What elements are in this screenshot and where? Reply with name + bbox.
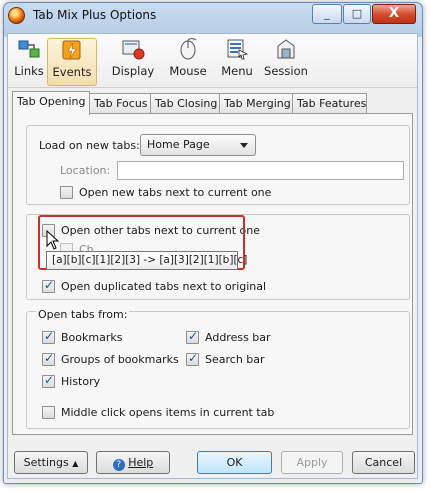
groups-of-bookmarks-checkbox[interactable] (42, 351, 55, 366)
help-label: Help (128, 456, 154, 469)
tab-tab-features[interactable]: Tab Features (292, 93, 367, 114)
session-icon (277, 39, 295, 59)
settings-button[interactable]: Settings ▲ (14, 451, 88, 474)
tab-tab-merging[interactable]: Tab Merging (219, 93, 293, 114)
tab-tab-focus[interactable]: Tab Focus (89, 93, 151, 114)
middle-click-checkbox[interactable] (42, 406, 55, 419)
toolbar-events-button[interactable]: Events (47, 38, 97, 86)
close-button[interactable]: X (372, 4, 416, 24)
open-new-tabs-next-label: Open new tabs next to current one (79, 186, 272, 199)
ok-button[interactable]: OK (197, 451, 272, 474)
toolbar-links-label: Links (14, 64, 44, 78)
maximize-icon: □ (351, 7, 363, 20)
location-input[interactable] (117, 161, 404, 180)
settings-label: Settings (23, 456, 69, 469)
minimize-button[interactable]: _ (312, 4, 342, 24)
open-duplicated-checkbox[interactable] (42, 278, 55, 293)
display-icon (122, 40, 145, 60)
dropdown-arrow-icon (240, 143, 248, 148)
toolbar-display-button[interactable]: Display (110, 38, 156, 86)
load-new-tabs-selected: Home Page (147, 138, 210, 151)
links-icon (18, 40, 40, 58)
groups-of-bookmarks-label: Groups of bookmarks (61, 353, 179, 366)
menu-icon (227, 39, 249, 60)
close-icon: X (388, 6, 400, 21)
firefox-app-icon (8, 7, 25, 24)
toolbar-session-label: Session (264, 64, 308, 78)
search-bar-label: Search bar (205, 353, 265, 366)
location-label: Location: (60, 164, 111, 177)
minimize-icon: _ (324, 7, 330, 20)
toolbar-links-button[interactable]: Links (12, 38, 46, 86)
help-button[interactable]: ? Help (96, 451, 170, 474)
maximize-button[interactable]: □ (343, 4, 371, 24)
toolbar-mouse-button[interactable]: Mouse (166, 38, 210, 86)
help-icon: ? (112, 459, 125, 471)
toolbar-mouse-label: Mouse (169, 64, 207, 78)
search-bar-checkbox[interactable] (186, 351, 199, 366)
load-new-tabs-select[interactable]: Home Page (140, 134, 256, 156)
apply-button[interactable]: Apply (281, 451, 343, 474)
bookmarks-label: Bookmarks (61, 331, 123, 344)
open-duplicated-label: Open duplicated tabs next to original (61, 280, 267, 293)
toolbar-menu-label: Menu (221, 64, 253, 78)
events-icon (62, 40, 81, 60)
tab-tab-opening[interactable]: Tab Opening (12, 91, 90, 115)
mouse-cursor-icon (46, 230, 60, 250)
history-checkbox[interactable] (42, 373, 55, 388)
address-bar-checkbox[interactable] (186, 329, 199, 344)
window-title: Tab Mix Plus Options (33, 8, 157, 22)
toolbar-events-label: Events (52, 65, 92, 79)
open-new-tabs-next-checkbox[interactable] (60, 186, 73, 199)
settings-arrow-icon: ▲ (72, 459, 79, 468)
cancel-button[interactable]: Cancel (352, 451, 415, 474)
load-new-tabs-label: Load on new tabs: (39, 139, 140, 152)
tab-tab-closing[interactable]: Tab Closing (150, 93, 220, 114)
toolbar-menu-button[interactable]: Menu (217, 38, 257, 86)
mouse-icon (180, 38, 197, 60)
address-bar-label: Address bar (205, 331, 271, 344)
toolbar-display-label: Display (111, 64, 155, 78)
open-tabs-from-heading: Open tabs from: (36, 308, 130, 321)
tab-order-tooltip: [a][b][c][1][2][3] -> [a][3][2][1][b][c] (46, 251, 247, 270)
middle-click-label: Middle click opens items in current tab (61, 406, 275, 419)
bookmarks-checkbox[interactable] (42, 329, 55, 344)
history-label: History (61, 375, 101, 388)
toolbar-session-button[interactable]: Session (262, 38, 310, 86)
